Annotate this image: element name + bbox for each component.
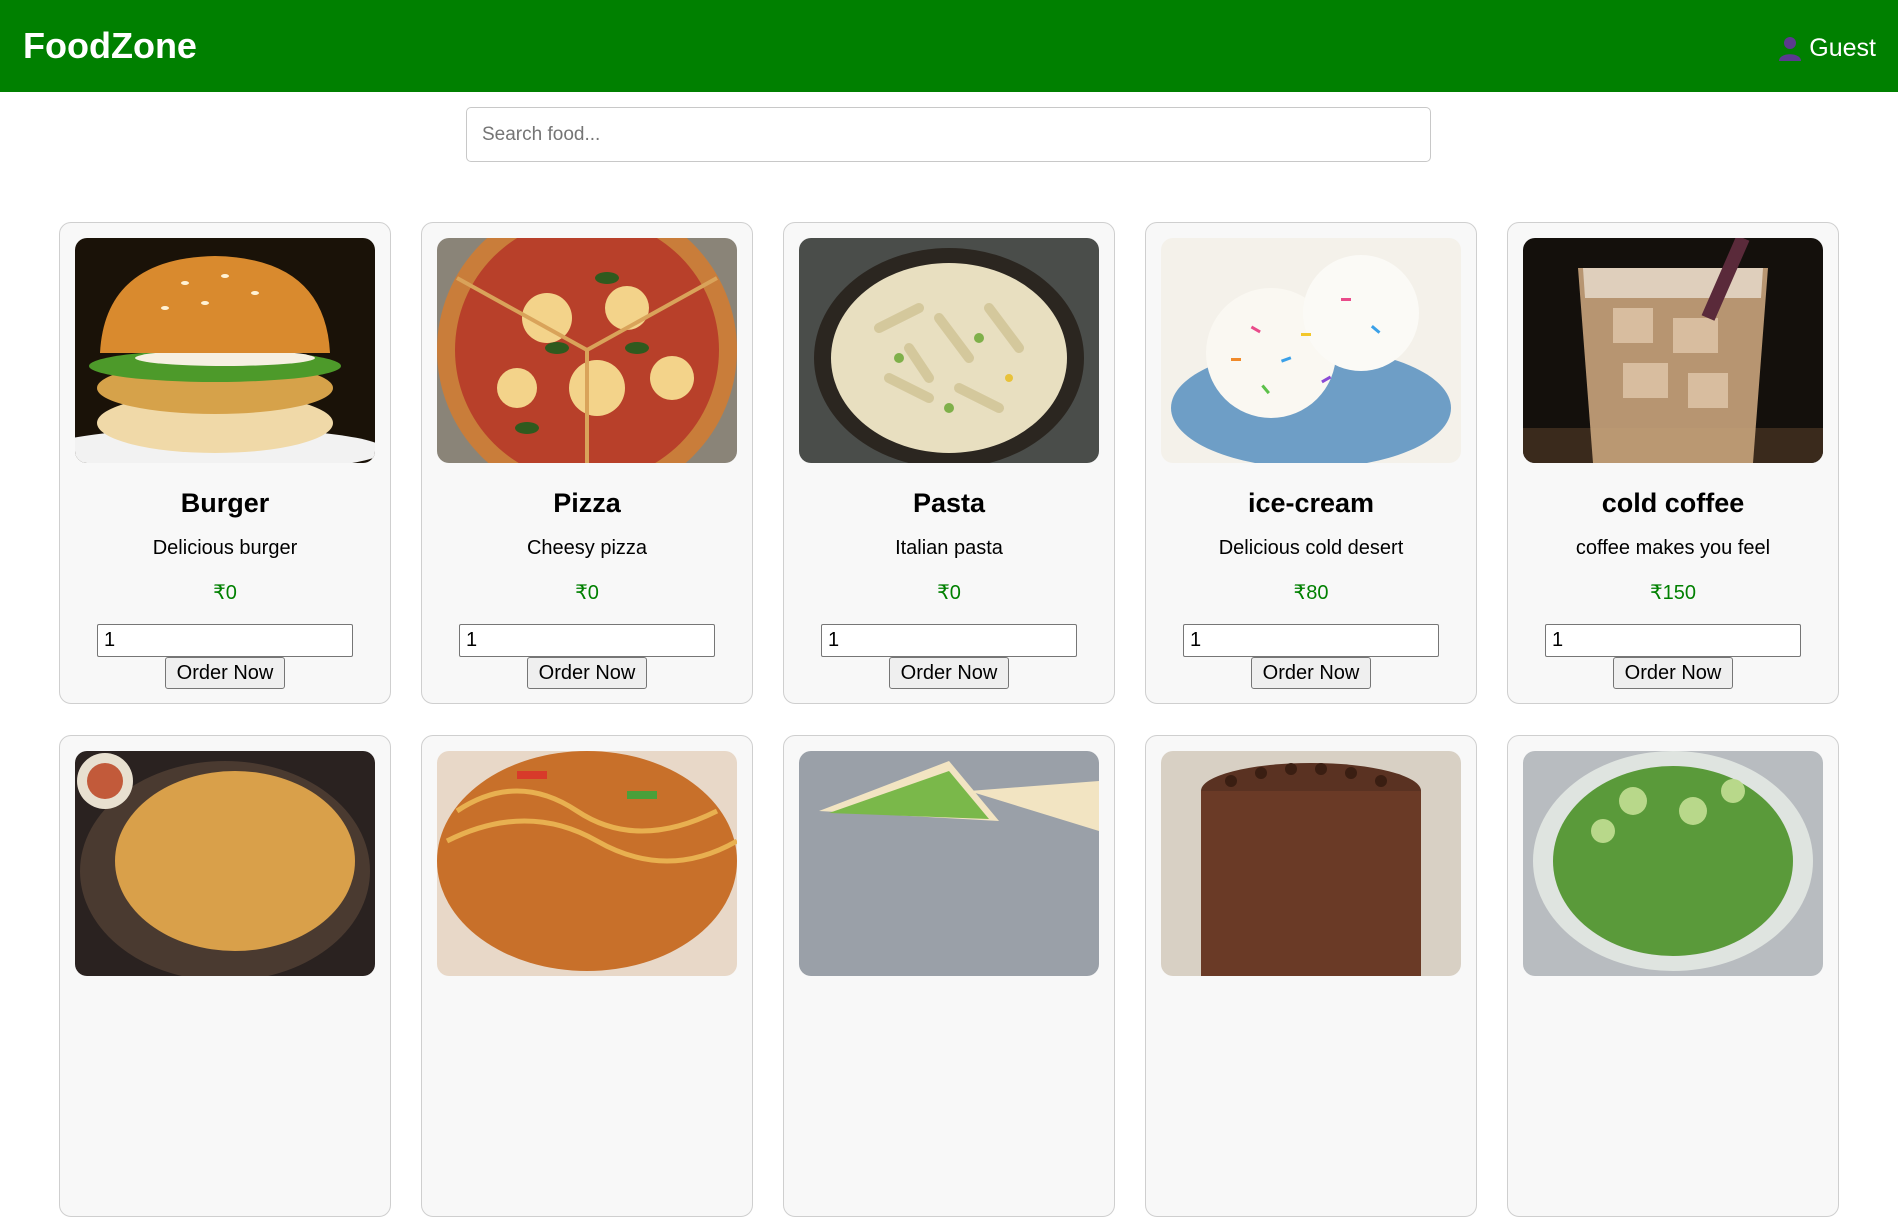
food-card bbox=[421, 735, 753, 1217]
food-card: Burger Delicious burger ₹0 Order Now bbox=[59, 222, 391, 704]
food-description: Cheesy pizza bbox=[526, 537, 648, 559]
search-input[interactable] bbox=[466, 107, 1431, 162]
food-name: ice-cream bbox=[1247, 488, 1375, 518]
pasta-image bbox=[799, 238, 1099, 463]
order-now-button[interactable]: Order Now bbox=[526, 657, 648, 689]
top-navbar: FoodZone Guest bbox=[0, 0, 1898, 92]
food-card: Pizza Cheesy pizza ₹0 Order Now bbox=[421, 222, 753, 704]
food-name: Pasta bbox=[912, 488, 986, 518]
food-price: ₹150 bbox=[1649, 582, 1697, 604]
burger-image bbox=[75, 238, 375, 463]
food-card bbox=[1507, 735, 1839, 1217]
quantity-input[interactable] bbox=[821, 624, 1077, 657]
food-name: cold coffee bbox=[1601, 488, 1745, 518]
order-now-button[interactable]: Order Now bbox=[164, 657, 286, 689]
food-card bbox=[1145, 735, 1477, 1217]
order-now-button[interactable]: Order Now bbox=[888, 657, 1010, 689]
food-name: Burger bbox=[180, 488, 270, 518]
quantity-input[interactable] bbox=[1545, 624, 1801, 657]
food-price: ₹0 bbox=[575, 582, 599, 604]
quantity-input[interactable] bbox=[1183, 624, 1439, 657]
food-description: Italian pasta bbox=[895, 537, 1003, 559]
brand-logo[interactable]: FoodZone bbox=[23, 25, 197, 67]
order-now-button[interactable]: Order Now bbox=[1250, 657, 1372, 689]
food-card bbox=[59, 735, 391, 1217]
user-name: Guest bbox=[1809, 33, 1876, 62]
food-price: ₹80 bbox=[1293, 582, 1329, 604]
food-price: ₹0 bbox=[937, 582, 961, 604]
food-card: Pasta Italian pasta ₹0 Order Now bbox=[783, 222, 1115, 704]
food-name: Pizza bbox=[553, 488, 621, 518]
biryani-image bbox=[75, 751, 375, 976]
user-icon bbox=[1777, 35, 1803, 61]
quantity-input[interactable] bbox=[97, 624, 353, 657]
chocolate-cake-image bbox=[1161, 751, 1461, 976]
noodles-image bbox=[437, 751, 737, 976]
food-description: Delicious cold desert bbox=[1218, 537, 1404, 559]
salad-image bbox=[1523, 751, 1823, 976]
food-card: ice-cream Delicious cold desert ₹80 Orde… bbox=[1145, 222, 1477, 704]
sandwich-image bbox=[799, 751, 1099, 976]
food-card: cold coffee coffee makes you feel ₹150 O… bbox=[1507, 222, 1839, 704]
food-description: Delicious burger bbox=[152, 537, 298, 559]
food-price: ₹0 bbox=[213, 582, 237, 604]
food-grid: Burger Delicious burger ₹0 Order Now bbox=[59, 222, 1839, 1217]
cold-coffee-image bbox=[1523, 238, 1823, 463]
order-now-button[interactable]: Order Now bbox=[1612, 657, 1734, 689]
user-menu[interactable]: Guest bbox=[1777, 34, 1876, 63]
food-description: coffee makes you feel bbox=[1575, 537, 1771, 559]
quantity-input[interactable] bbox=[459, 624, 715, 657]
search-bar bbox=[466, 107, 1431, 162]
food-card bbox=[783, 735, 1115, 1217]
pizza-image bbox=[437, 238, 737, 463]
ice-cream-image bbox=[1161, 238, 1461, 463]
